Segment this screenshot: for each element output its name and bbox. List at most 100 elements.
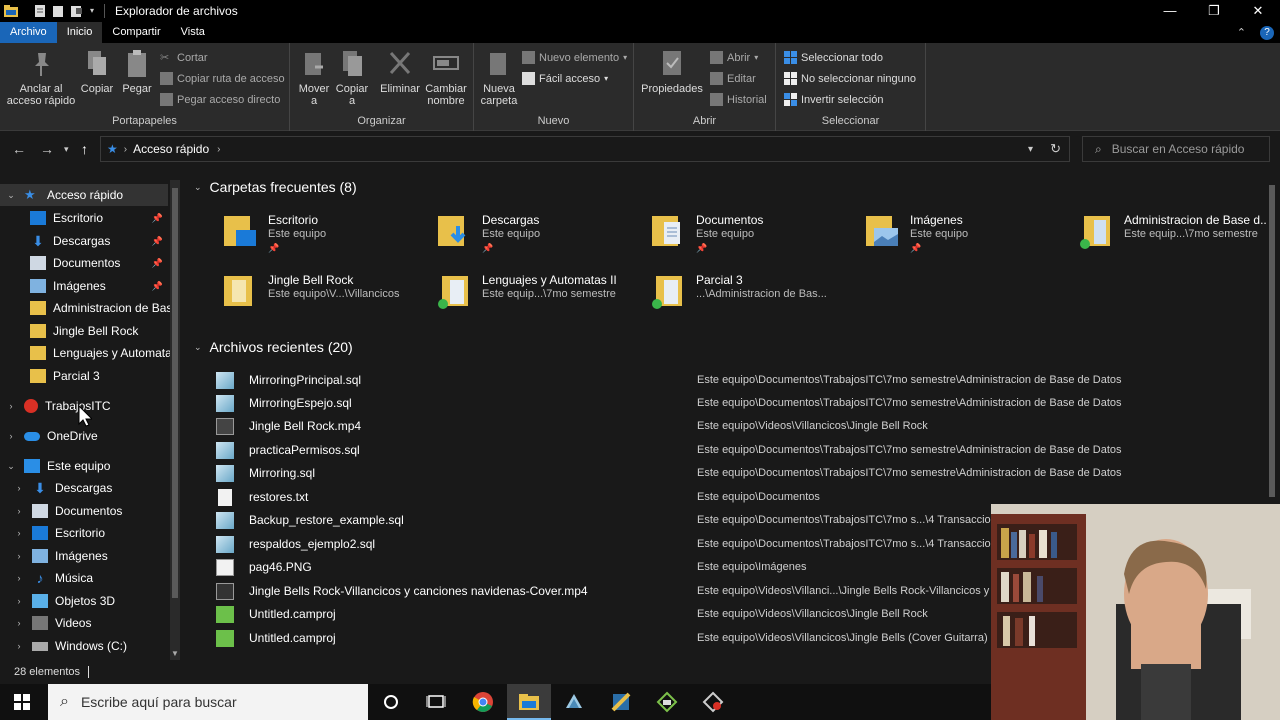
paste-shortcut-button[interactable]: Pegar acceso directo bbox=[160, 93, 280, 106]
section-frequent-folders[interactable]: ⌄ Carpetas frecuentes (8) bbox=[194, 179, 357, 195]
nav-equipo-descargas[interactable]: › ⬇ Descargas bbox=[14, 477, 164, 499]
forward-arrow-icon[interactable]: → bbox=[40, 141, 54, 157]
qat-dropdown-icon[interactable]: ▾ bbox=[90, 5, 98, 17]
move-to-button[interactable]: Mover a bbox=[296, 49, 332, 107]
address-bar[interactable]: ★ › Acceso rápido › ▾ ↻ bbox=[100, 136, 1070, 162]
nav-este-equipo[interactable]: ⌄ Este equipo bbox=[6, 455, 166, 477]
pin-icon[interactable]: 📌 bbox=[152, 213, 163, 224]
recent-file-row[interactable]: practicaPermisos.sql Este equipo\Documen… bbox=[216, 439, 1266, 461]
expand-chevron-icon[interactable]: ⌄ bbox=[6, 190, 16, 201]
minimize-button[interactable]: — bbox=[1148, 0, 1192, 22]
nav-equipo-escritorio[interactable]: › Escritorio bbox=[14, 522, 164, 544]
expand-chevron-icon[interactable]: › bbox=[6, 401, 16, 411]
new-item-button[interactable]: Nuevo elemento ▾ bbox=[522, 51, 627, 64]
close-button[interactable]: ✕ bbox=[1236, 0, 1280, 22]
task-view-icon[interactable] bbox=[424, 690, 448, 714]
cortana-circle-icon[interactable] bbox=[379, 690, 403, 714]
address-dropdown-icon[interactable]: ▾ bbox=[1028, 144, 1033, 155]
content-scrollbar[interactable] bbox=[1267, 185, 1277, 500]
recent-file-row[interactable]: Mirroring.sql Este equipo\Documentos\Tra… bbox=[216, 462, 1266, 484]
nav-item-descargas[interactable]: ⬇ Descargas bbox=[30, 230, 170, 252]
invert-selection-button[interactable]: Invertir selección bbox=[784, 93, 884, 106]
content-scroll-thumb[interactable] bbox=[1269, 185, 1275, 497]
nav-item-parcial[interactable]: Parcial 3 bbox=[30, 365, 170, 387]
chrome-icon[interactable] bbox=[471, 690, 495, 714]
frequent-folder-tile[interactable]: Descargas Este equipo 📌 bbox=[400, 207, 605, 257]
easy-access-button[interactable]: Fácil acceso ▾ bbox=[522, 72, 608, 85]
recent-file-row[interactable]: MirroringEspejo.sql Este equipo\Document… bbox=[216, 392, 1266, 414]
app-icon-red-badge[interactable] bbox=[701, 690, 725, 714]
frequent-folder-tile[interactable]: Parcial 3 ...\Administracion de Bas... bbox=[614, 267, 827, 317]
cut-button[interactable]: ✂ Cortar bbox=[160, 51, 208, 65]
expand-chevron-icon[interactable]: ⌄ bbox=[6, 461, 16, 472]
expand-chevron-icon[interactable]: › bbox=[6, 431, 16, 441]
nav-quick-access[interactable]: ⌄ ★ Acceso rápido bbox=[0, 184, 168, 206]
expand-chevron-icon[interactable]: › bbox=[14, 483, 24, 493]
tab-inicio[interactable]: Inicio bbox=[56, 22, 103, 43]
nav-pane-scroll-thumb[interactable] bbox=[172, 188, 178, 598]
collapse-chevron-icon[interactable]: ⌄ bbox=[194, 342, 202, 353]
search-input[interactable] bbox=[1111, 142, 1262, 156]
pin-icon[interactable]: 📌 bbox=[152, 258, 163, 269]
collapse-chevron-icon[interactable]: ⌄ bbox=[194, 182, 202, 193]
qat-custom-icon[interactable] bbox=[70, 5, 84, 17]
file-explorer-icon[interactable] bbox=[517, 690, 541, 714]
recent-file-row[interactable]: Jingle Bell Rock.mp4 Este equipo\Videos\… bbox=[216, 415, 1266, 437]
tab-archivo[interactable]: Archivo bbox=[0, 22, 57, 43]
section-recent-files[interactable]: ⌄ Archivos recientes (20) bbox=[194, 339, 353, 355]
edit-button[interactable]: Editar bbox=[710, 72, 756, 85]
expand-chevron-icon[interactable]: › bbox=[14, 506, 24, 516]
nav-item-lenguajes[interactable]: Lenguajes y Automatas bbox=[30, 342, 170, 364]
breadcrumb[interactable]: Acceso rápido bbox=[133, 142, 209, 156]
recent-locations-icon[interactable]: ▾ bbox=[64, 144, 69, 155]
frequent-folder-tile[interactable]: Imágenes Este equipo 📌 bbox=[828, 207, 1033, 257]
app-icon-green[interactable] bbox=[609, 690, 633, 714]
properties-button[interactable]: Propiedades bbox=[640, 49, 704, 95]
expand-chevron-icon[interactable]: › bbox=[14, 551, 24, 561]
nav-equipo-objetos3d[interactable]: › Objetos 3D bbox=[14, 590, 164, 612]
windows-start-icon[interactable] bbox=[14, 694, 30, 710]
back-arrow-icon[interactable]: ← bbox=[12, 141, 26, 157]
rename-button[interactable]: Cambiar nombre bbox=[424, 49, 468, 107]
nav-equipo-videos[interactable]: › Videos bbox=[14, 612, 164, 634]
expand-chevron-icon[interactable]: › bbox=[14, 596, 24, 606]
pin-quick-access-button[interactable]: Anclar al acceso rápido bbox=[6, 49, 76, 107]
select-none-button[interactable]: No seleccionar ninguno bbox=[784, 72, 916, 85]
frequent-folder-tile[interactable]: Jingle Bell Rock Este equipo\V...\Villan… bbox=[186, 267, 399, 317]
app-icon-diamond[interactable] bbox=[655, 690, 679, 714]
breadcrumb-chevron-icon[interactable]: › bbox=[217, 144, 220, 155]
paste-button[interactable]: Pegar bbox=[120, 49, 154, 95]
search-box[interactable]: ⌕ bbox=[1082, 136, 1270, 162]
frequent-folder-tile[interactable]: Administracion de Base d... Este equip..… bbox=[1042, 207, 1266, 257]
expand-chevron-icon[interactable]: › bbox=[14, 528, 24, 538]
frequent-folder-tile[interactable]: Documentos Este equipo 📌 bbox=[614, 207, 819, 257]
scroll-down-icon[interactable]: ▼ bbox=[171, 649, 179, 658]
pin-icon[interactable]: 📌 bbox=[152, 281, 163, 292]
refresh-icon[interactable]: ↻ bbox=[1050, 141, 1061, 157]
help-icon[interactable]: ? bbox=[1260, 25, 1274, 40]
delete-button[interactable]: Eliminar bbox=[380, 49, 420, 95]
expand-chevron-icon[interactable]: › bbox=[14, 641, 24, 651]
nav-pane-scrollbar[interactable]: ▼ bbox=[170, 180, 180, 660]
copy-to-button[interactable]: Copiar a bbox=[334, 49, 370, 107]
nav-onedrive[interactable]: › OneDrive bbox=[6, 425, 166, 447]
pin-icon[interactable]: 📌 bbox=[152, 236, 163, 247]
nav-item-administracion[interactable]: Administracion de Base bbox=[30, 297, 170, 319]
frequent-folder-tile[interactable]: Lenguajes y Automatas II Este equip...\7… bbox=[400, 267, 617, 317]
copy-path-button[interactable]: Copiar ruta de acceso bbox=[160, 72, 285, 85]
restore-button[interactable]: ❐ bbox=[1192, 0, 1236, 22]
taskbar-search[interactable]: ⌕ Escribe aquí para buscar bbox=[48, 684, 368, 720]
up-arrow-icon[interactable]: ↑ bbox=[81, 141, 88, 157]
nav-item-documentos[interactable]: Documentos bbox=[30, 252, 170, 274]
expand-chevron-icon[interactable]: › bbox=[14, 618, 24, 628]
nav-item-escritorio[interactable]: Escritorio bbox=[30, 207, 170, 229]
nav-item-imagenes[interactable]: Imágenes bbox=[30, 275, 170, 297]
new-folder-button[interactable]: Nueva carpeta bbox=[478, 49, 520, 107]
recent-file-row[interactable]: MirroringPrincipal.sql Este equipo\Docum… bbox=[216, 369, 1266, 391]
new-folder-qat-icon[interactable] bbox=[52, 5, 64, 17]
tab-compartir[interactable]: Compartir bbox=[102, 22, 170, 43]
copy-button[interactable]: Copiar bbox=[80, 49, 114, 95]
nav-equipo-imagenes[interactable]: › Imágenes bbox=[14, 545, 164, 567]
history-button[interactable]: Historial bbox=[710, 93, 767, 106]
open-button[interactable]: Abrir ▾ bbox=[710, 51, 758, 64]
